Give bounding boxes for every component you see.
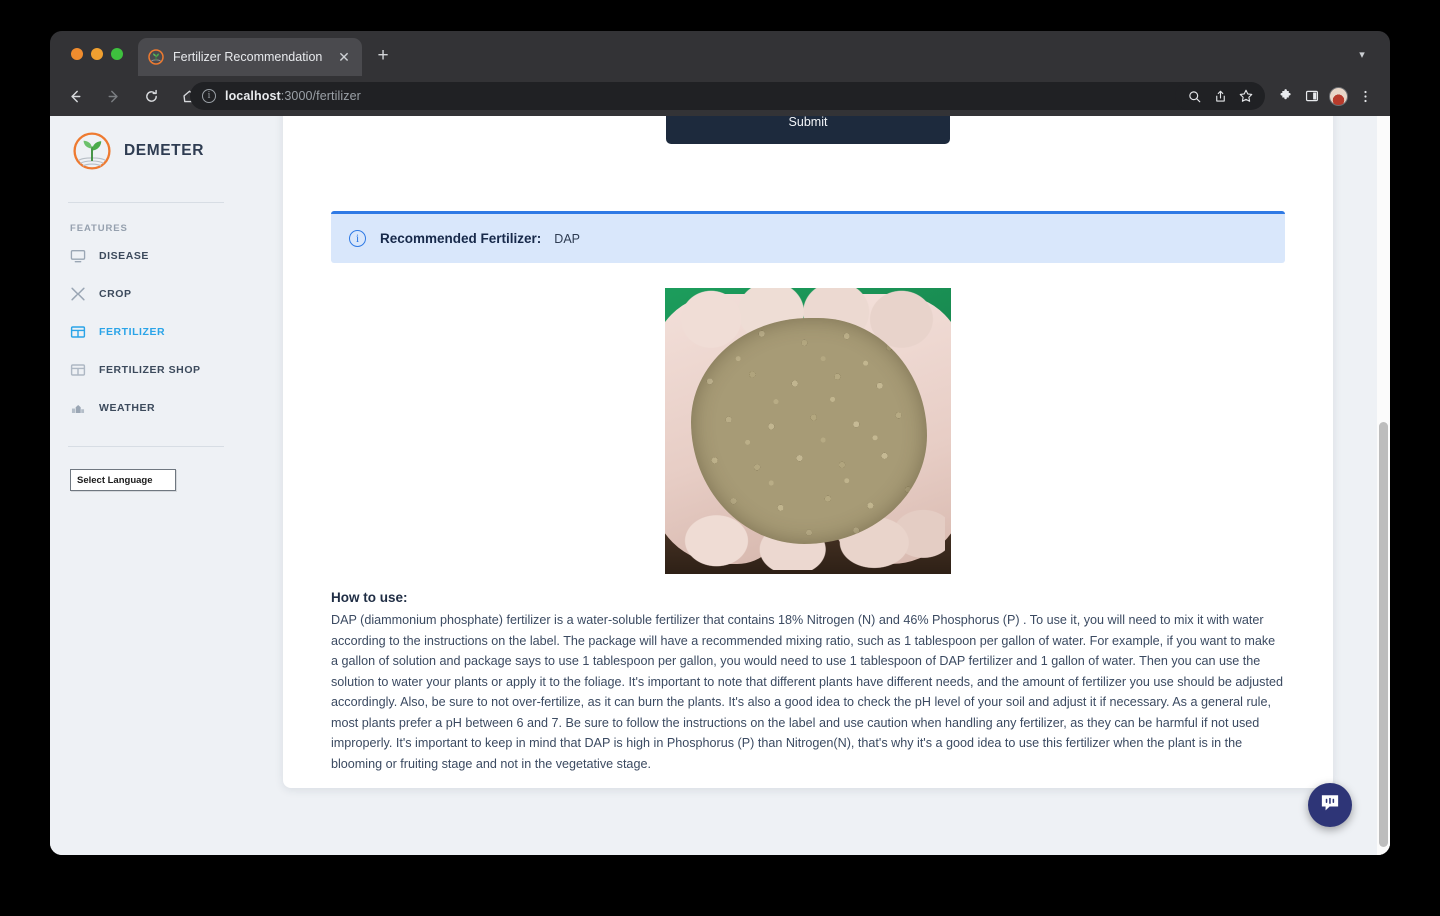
brand-logo[interactable]: DEMETER (68, 116, 224, 186)
toolbar-actions-pill (1175, 82, 1265, 110)
alert-label: Recommended Fertilizer: (380, 231, 542, 246)
plus-icon[interactable]: + (372, 46, 394, 68)
extensions-puzzle-icon[interactable] (1273, 83, 1299, 109)
main-content: Submit i Recommended Fertilizer: DAP How… (242, 116, 1390, 855)
sidebar-item-label: FERTILIZER SHOP (99, 364, 201, 376)
page-viewport: DEMETER FEATURES DISEASE CROP FERTILIZER… (50, 116, 1390, 855)
window-minimize-button[interactable] (91, 48, 103, 60)
status-badge: DAP (554, 231, 580, 246)
address-bar-url: localhost:3000/fertilizer (225, 89, 361, 103)
submit-button-label: Submit (788, 116, 828, 129)
browser-toolbar: i localhost:3000/fertilizer (50, 76, 1390, 116)
how-to-use-body: DAP (diammonium phosphate) fertilizer is… (331, 613, 1283, 771)
demeter-sprout-icon (72, 131, 112, 171)
select-language-label: Select Language (77, 474, 153, 486)
chat-widget-button[interactable] (1308, 783, 1352, 827)
fertilizer-photo (665, 288, 951, 574)
select-language-widget[interactable]: Select Language (70, 469, 176, 491)
arrow-right-icon[interactable] (100, 83, 126, 109)
close-icon[interactable]: ✕ (336, 49, 352, 65)
chat-bubble-icon (1318, 791, 1342, 820)
sidebar-item-crop[interactable]: CROP (68, 278, 224, 310)
sidebar-item-weather[interactable]: WEATHER (68, 392, 224, 424)
info-circle-icon[interactable]: i (202, 89, 216, 103)
tools-icon (70, 286, 86, 302)
browser-window: Fertilizer Recommendation ✕ + ▾ i localh… (50, 31, 1390, 855)
how-to-use-title: How to use: (331, 590, 408, 605)
brand-name: DEMETER (124, 142, 204, 159)
sidebar-divider-top (68, 202, 224, 203)
monitor-icon (70, 248, 86, 264)
bookmark-star-icon[interactable] (1233, 83, 1259, 109)
scrollbar-track[interactable] (1377, 116, 1390, 855)
sidebar-item-label: WEATHER (99, 402, 156, 414)
reload-icon[interactable] (138, 83, 164, 109)
table-grid-icon (70, 362, 86, 378)
url-host: localhost (225, 89, 281, 103)
content-card: Submit i Recommended Fertilizer: DAP How… (283, 116, 1333, 788)
table-grid-icon (70, 324, 86, 340)
search-icon[interactable] (1181, 83, 1207, 109)
share-icon[interactable] (1207, 83, 1233, 109)
info-circle-icon: i (349, 230, 366, 247)
address-bar[interactable]: i localhost:3000/fertilizer (190, 82, 1205, 110)
sidebar-section-label: FEATURES (70, 223, 128, 234)
side-panel-icon[interactable] (1299, 83, 1325, 109)
browser-tab-strip: Fertilizer Recommendation ✕ + ▾ (50, 31, 1390, 76)
url-path: :3000/fertilizer (280, 89, 361, 103)
sidebar-item-disease[interactable]: DISEASE (68, 240, 224, 272)
chevron-down-icon[interactable]: ▾ (1354, 47, 1370, 63)
sidebar-item-label: FERTILIZER (99, 326, 166, 338)
avatar[interactable] (1329, 86, 1348, 106)
sidebar-item-fertilizer-shop[interactable]: FERTILIZER SHOP (68, 354, 224, 386)
more-menu-icon[interactable] (1352, 83, 1378, 109)
photo-granules (691, 318, 927, 544)
sidebar-item-fertilizer[interactable]: FERTILIZER (68, 316, 224, 348)
toolbar-actions (1175, 82, 1378, 110)
window-close-button[interactable] (71, 48, 83, 60)
weather-icon (70, 400, 86, 416)
scrollbar-thumb[interactable] (1379, 422, 1388, 847)
sidebar: DEMETER FEATURES DISEASE CROP FERTILIZER… (50, 116, 242, 855)
demeter-sprout-icon (148, 49, 164, 65)
browser-tab-title: Fertilizer Recommendation (173, 50, 323, 64)
window-maximize-button[interactable] (111, 48, 123, 60)
sidebar-item-label: DISEASE (99, 250, 149, 262)
sidebar-item-label: CROP (99, 288, 132, 300)
browser-tab[interactable]: Fertilizer Recommendation ✕ (138, 38, 362, 76)
recommended-fertilizer-alert: i Recommended Fertilizer: DAP (331, 211, 1285, 263)
sidebar-divider-bottom (68, 446, 224, 447)
submit-button[interactable]: Submit (666, 116, 950, 144)
arrow-left-icon[interactable] (62, 83, 88, 109)
